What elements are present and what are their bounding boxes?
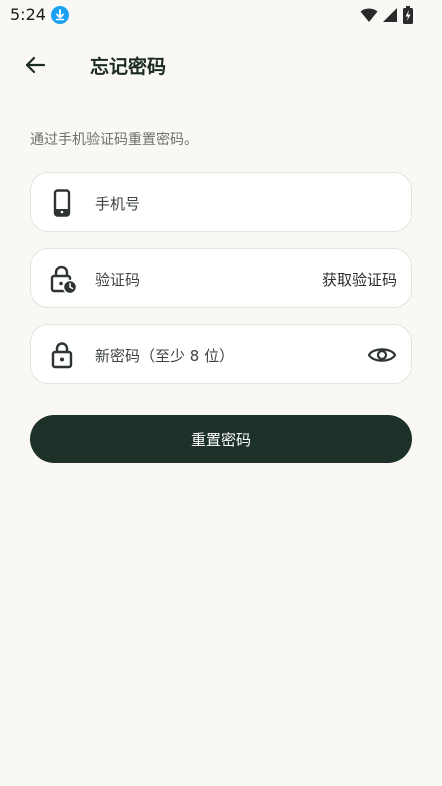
verification-code-field[interactable]: 验证码 获取验证码 xyxy=(30,248,412,308)
new-password-field[interactable]: 新密码（至少 8 位） xyxy=(30,324,412,384)
status-bar: 5:24 xyxy=(0,0,442,30)
phone-field[interactable]: 手机号 xyxy=(30,172,412,232)
forgot-password-screen: 5:24 忘记密码 通过手机验证码重置密码。 手机号 验证码 获取验证码 新密码… xyxy=(0,0,442,786)
lock-icon xyxy=(49,341,75,369)
download-icon xyxy=(51,6,69,24)
eye-icon[interactable] xyxy=(367,341,397,369)
status-icons xyxy=(360,6,414,24)
page-title: 忘记密码 xyxy=(90,56,167,78)
wifi-icon xyxy=(360,7,378,23)
status-time: 5:24 xyxy=(10,5,46,24)
phone-placeholder: 手机号 xyxy=(95,195,141,213)
instruction-text: 通过手机验证码重置密码。 xyxy=(30,132,198,148)
new-password-placeholder: 新密码（至少 8 位） xyxy=(95,347,235,365)
battery-charging-icon xyxy=(402,6,414,24)
get-code-button[interactable]: 获取验证码 xyxy=(322,269,397,290)
signal-icon xyxy=(382,7,398,23)
verification-code-placeholder: 验证码 xyxy=(95,271,141,289)
reset-password-button[interactable]: 重置密码 xyxy=(30,415,412,463)
arrow-left-icon xyxy=(25,56,46,74)
phone-icon xyxy=(49,189,75,217)
back-button[interactable] xyxy=(20,50,50,80)
lock-clock-icon xyxy=(49,265,78,295)
